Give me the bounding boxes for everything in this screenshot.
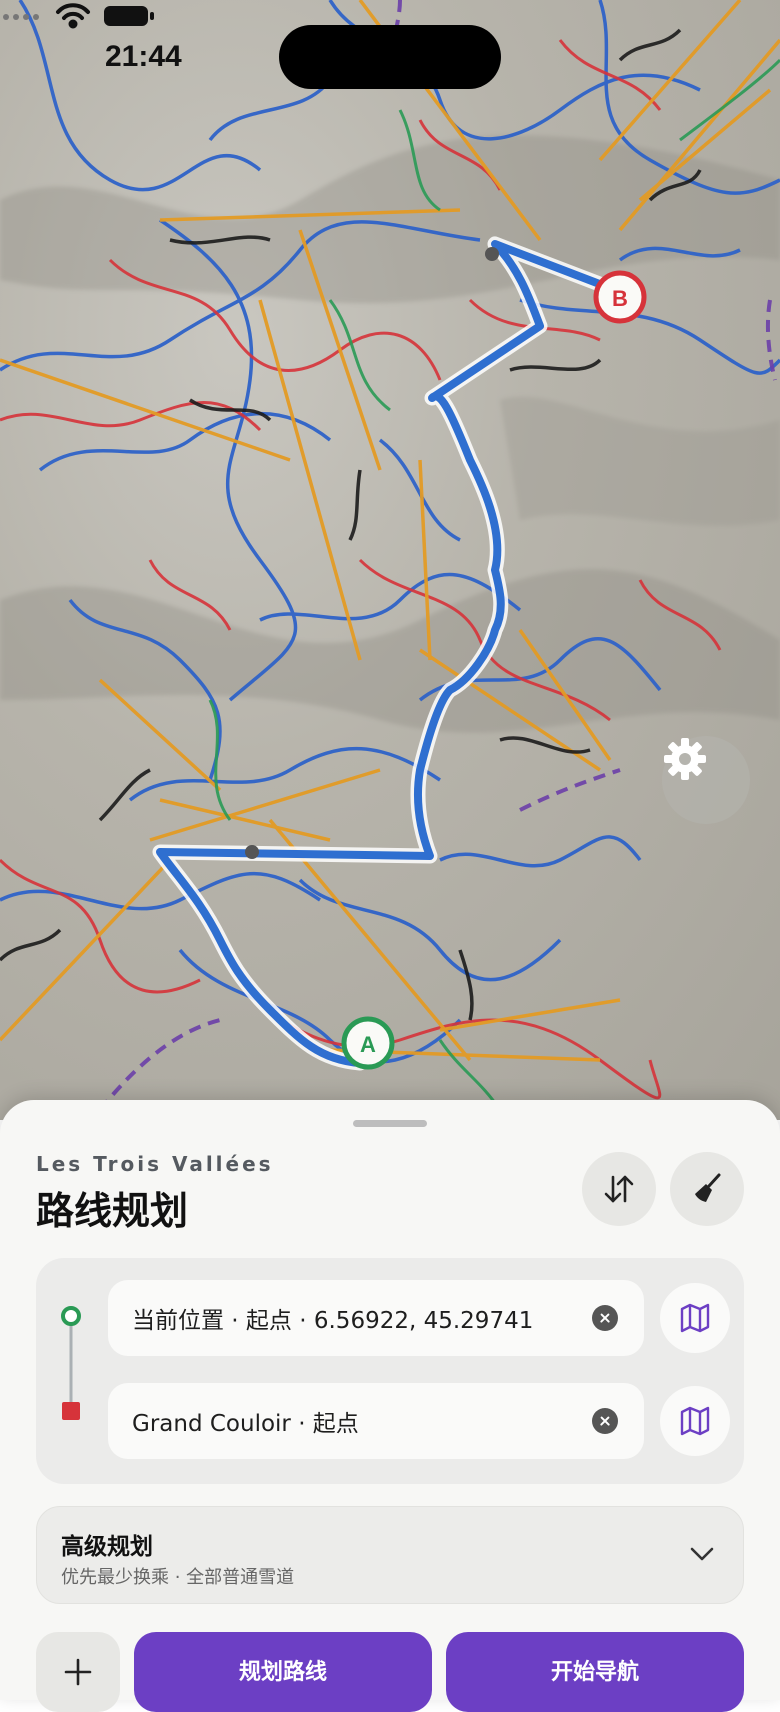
signal-icon xyxy=(3,14,39,20)
advanced-planning-title: 高级规划 xyxy=(61,1534,153,1560)
battery-icon xyxy=(104,6,154,26)
pick-origin-on-map-button[interactable] xyxy=(660,1283,730,1353)
page-title: 路线规划 xyxy=(36,1189,189,1233)
advanced-planning-summary: 优先最少换乘 · 全部普通雪道 xyxy=(61,1567,295,1588)
resort-subtitle: Les Trois Vallées xyxy=(36,1152,274,1176)
wifi-icon xyxy=(56,3,90,29)
chevron-down-icon xyxy=(690,1547,714,1561)
origin-dot-icon xyxy=(61,1306,81,1326)
gear-icon xyxy=(664,738,706,780)
broom-icon xyxy=(695,1173,721,1202)
map-icon xyxy=(680,1303,710,1333)
destination-square-icon xyxy=(62,1402,80,1420)
map-view[interactable]: A B 21:44 xyxy=(0,0,780,1120)
route-endpoints-card: 当前位置 · 起点 · 6.56922, 45.29741 Grand Coul… xyxy=(36,1258,744,1484)
clear-origin-icon[interactable] xyxy=(592,1305,618,1331)
start-marker[interactable]: A xyxy=(341,1016,395,1070)
swap-arrows-icon xyxy=(604,1175,634,1203)
plan-route-button[interactable]: 规划路线 xyxy=(134,1632,432,1712)
pick-destination-on-map-button[interactable] xyxy=(660,1386,730,1456)
trail-map: A B xyxy=(0,0,780,1112)
start-marker-label: A xyxy=(360,1032,376,1057)
start-navigation-button[interactable]: 开始导航 xyxy=(446,1632,744,1712)
add-waypoint-button[interactable] xyxy=(36,1632,120,1712)
end-marker[interactable]: B xyxy=(593,270,647,324)
dynamic-island xyxy=(279,25,501,89)
status-icons xyxy=(3,3,154,29)
end-marker-label: B xyxy=(612,286,628,311)
plus-icon xyxy=(64,1658,92,1686)
clear-all-button[interactable] xyxy=(670,1152,744,1226)
swap-button[interactable] xyxy=(582,1152,656,1226)
destination-field-text: Grand Couloir · 起点 xyxy=(132,1411,359,1437)
origin-field-text: 当前位置 · 起点 · 6.56922, 45.29741 xyxy=(132,1308,534,1334)
sheet-grabber[interactable] xyxy=(353,1120,427,1127)
route-connector xyxy=(61,1306,81,1420)
route-planner-sheet: Les Trois Vallées 路线规划 当前位置 · 起点 · 6.569… xyxy=(0,1100,780,1712)
map-icon xyxy=(680,1406,710,1436)
origin-field[interactable]: 当前位置 · 起点 · 6.56922, 45.29741 xyxy=(108,1280,644,1356)
clear-destination-icon[interactable] xyxy=(592,1408,618,1434)
status-time: 21:44 xyxy=(105,40,182,73)
advanced-planning-toggle[interactable]: 高级规划 优先最少换乘 · 全部普通雪道 xyxy=(36,1506,744,1604)
settings-button[interactable] xyxy=(662,736,750,824)
destination-field[interactable]: Grand Couloir · 起点 xyxy=(108,1383,644,1459)
